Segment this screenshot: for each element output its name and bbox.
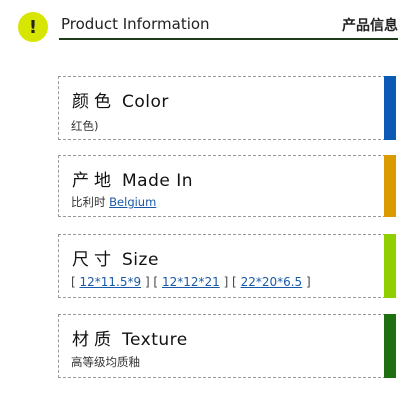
color-card: 颜色 Color 红色) [58, 76, 396, 140]
texture-heading-zh: 材质 [72, 330, 116, 350]
made-in-heading-zh: 产地 [72, 171, 116, 191]
texture-card: 材质 Texture 高等级均质釉 [58, 314, 396, 378]
belgium-link[interactable]: Belgium [109, 195, 156, 209]
color-heading-zh: 颜色 [72, 92, 116, 112]
size-heading: 尺寸 Size [72, 245, 159, 270]
size-heading-en: Size [122, 250, 159, 270]
made-in-value-zh: 比利时 [71, 195, 106, 209]
texture-accent-bar [384, 314, 396, 378]
made-in-heading-en: Made In [122, 171, 194, 191]
color-value: 红色) [71, 119, 99, 133]
page-header: ! Product Information 产品信息 [18, 10, 398, 42]
size-card: 尺寸 Size [ 12*11.5*9 ] [ 12*12*21 ] [ 22*2… [58, 234, 396, 298]
color-heading-en: Color [122, 92, 169, 112]
color-accent-bar [384, 76, 396, 140]
made-in-card: 产地 Made In 比利时 Belgium [58, 155, 396, 217]
color-heading: 颜色 Color [72, 87, 169, 112]
texture-value: 高等级均质釉 [71, 355, 140, 369]
page-title: Product Information [61, 15, 210, 33]
size-options: [ 12*11.5*9 ] [ 12*12*21 ] [ 22*20*6.5 ] [71, 275, 311, 289]
size-option-link[interactable]: 12*12*21 [162, 275, 220, 289]
size-option-link[interactable]: 12*11.5*9 [80, 275, 142, 289]
page-title-chinese: 产品信息 [342, 18, 398, 34]
size-accent-bar [384, 234, 396, 298]
title-bar: Product Information 产品信息 [59, 10, 398, 40]
size-option-link[interactable]: 22*20*6.5 [241, 275, 303, 289]
exclamation-icon: ! [18, 12, 48, 42]
texture-heading: 材质 Texture [72, 325, 188, 350]
made-in-accent-bar [384, 155, 396, 217]
texture-heading-en: Texture [122, 330, 188, 350]
made-in-heading: 产地 Made In [72, 166, 193, 191]
made-in-value: 比利时 Belgium [71, 194, 156, 210]
size-heading-zh: 尺寸 [72, 250, 116, 270]
